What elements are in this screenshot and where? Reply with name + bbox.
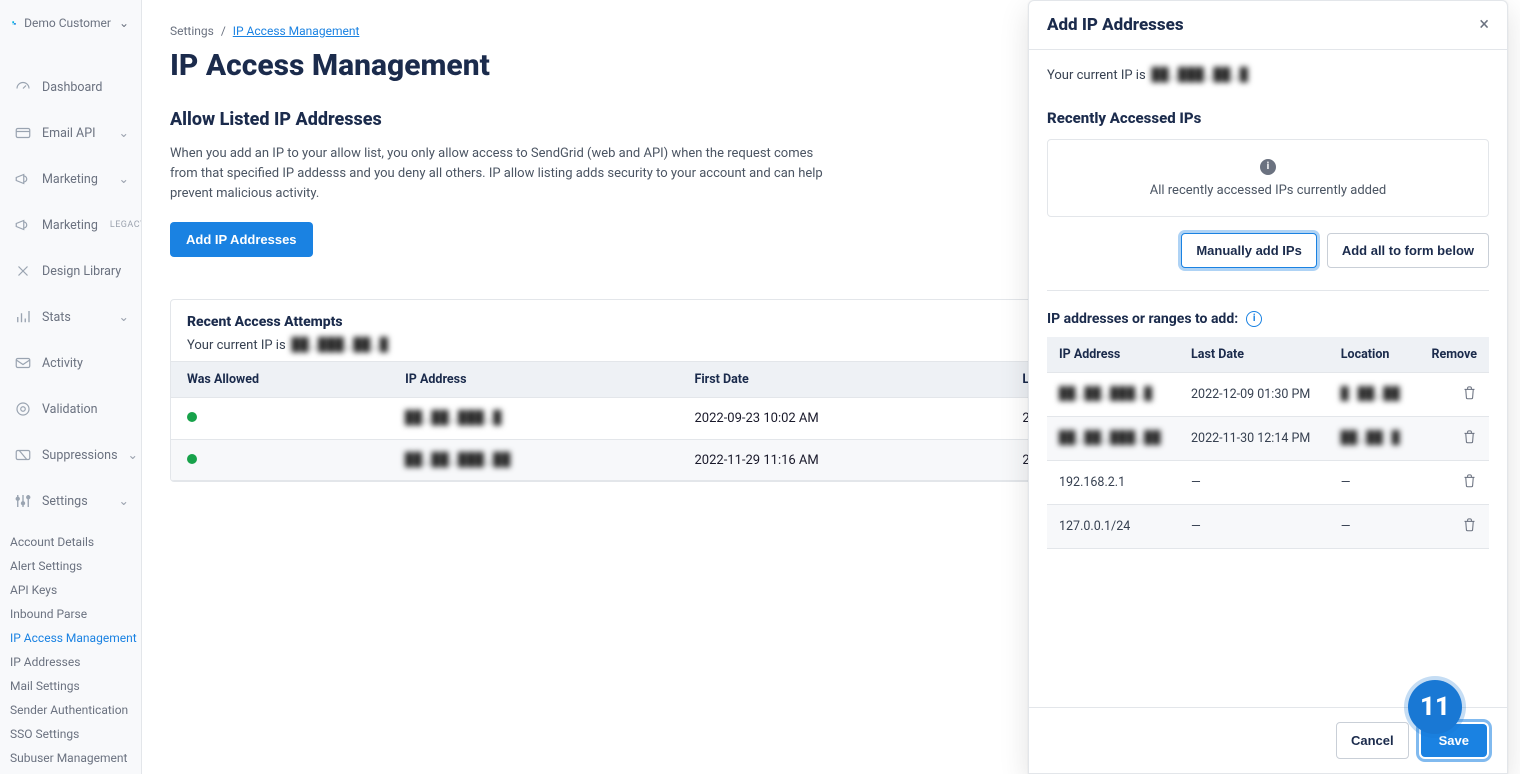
ip-cell: 127.0.0.1/24	[1059, 519, 1130, 534]
trash-icon[interactable]	[1462, 473, 1477, 488]
megaphone-icon	[14, 170, 32, 188]
ip-form-table: IP AddressLast DateLocationRemove ██.██.…	[1047, 337, 1489, 549]
chevron-down-icon: ⌄	[128, 447, 138, 463]
location-cell: —	[1341, 519, 1351, 534]
settings-sub-inbound-parse[interactable]: Inbound Parse	[10, 602, 141, 626]
settings-sub-sso-settings[interactable]: SSO Settings	[10, 722, 141, 746]
manually-add-button[interactable]: Manually add IPs	[1181, 233, 1316, 268]
location-cell: █ ██.██	[1341, 386, 1401, 401]
palette-icon	[14, 262, 32, 280]
first-date: 2022-11-29 11:16 AM	[678, 439, 1006, 481]
card-icon	[14, 124, 32, 142]
org-name: Demo Customer	[24, 16, 111, 30]
cancel-button[interactable]: Cancel	[1336, 722, 1409, 759]
sidebar-item-design-library[interactable]: Design Library	[0, 248, 141, 294]
add-ip-button[interactable]: Add IP Addresses	[170, 222, 313, 257]
sidebar-item-settings[interactable]: Settings ⌄	[0, 478, 141, 524]
ip-cell: ██.██.███.██	[405, 453, 511, 468]
chevron-down-icon: ⌄	[119, 171, 129, 187]
sliders-icon	[14, 492, 32, 510]
table-row: ██.██.███.██ 2022-11-30 12:14 PM ██.██ █	[1047, 416, 1489, 460]
add-ip-drawer: Add IP Addresses × Your current IP is ██…	[1028, 0, 1508, 774]
sidebar-item-marketing[interactable]: Marketing ⌄	[0, 156, 141, 202]
sidebar-item-email-api[interactable]: Email API ⌄	[0, 110, 141, 156]
last-date: —	[1179, 504, 1329, 548]
legacy-badge: LEGACY	[110, 220, 142, 230]
table-row: ██.██.███.█ 2022-12-09 01:30 PM █ ██.██	[1047, 372, 1489, 416]
recent-ips-empty: i All recently accessed IPs currently ad…	[1047, 139, 1489, 217]
location-cell: —	[1341, 475, 1351, 490]
col-first-date: First Date	[678, 362, 1006, 398]
bars-icon	[14, 308, 32, 326]
mail-icon	[14, 354, 32, 372]
settings-sub-mail-settings[interactable]: Mail Settings	[10, 674, 141, 698]
chevron-down-icon: ⌄	[119, 125, 129, 141]
col-ip-address: IP Address	[389, 362, 678, 398]
settings-sub-sender-authentication[interactable]: Sender Authentication	[10, 698, 141, 722]
chevron-down-icon: ⌄	[119, 16, 129, 30]
logo-icon	[12, 14, 16, 32]
settings-sub-ip-addresses[interactable]: IP Addresses	[10, 650, 141, 674]
breadcrumb-parent: Settings	[170, 24, 214, 38]
trash-icon[interactable]	[1462, 517, 1477, 532]
settings-sub-api-keys[interactable]: API Keys	[10, 578, 141, 602]
settings-sub-alert-settings[interactable]: Alert Settings	[10, 554, 141, 578]
annotation-bubble: 11	[1408, 680, 1462, 734]
close-icon[interactable]: ×	[1479, 16, 1489, 34]
sidebar-item-dashboard[interactable]: Dashboard	[0, 64, 141, 110]
recent-ips-title: Recently Accessed IPs	[1047, 109, 1489, 127]
ip-cell: ██.██.███.█	[1059, 386, 1153, 401]
drawer-current-ip: ██.███.██.█	[1152, 68, 1249, 83]
breadcrumb-current[interactable]: IP Access Management	[233, 24, 360, 38]
table-row: 192.168.2.1 — —	[1047, 460, 1489, 504]
col-remove: Remove	[1416, 337, 1489, 373]
table-row: 127.0.0.1/24 — —	[1047, 504, 1489, 548]
chevron-down-icon: ⌄	[119, 493, 129, 509]
add-all-button[interactable]: Add all to form below	[1327, 233, 1489, 268]
sidebar-item-validation[interactable]: Validation	[0, 386, 141, 432]
col-location: Location	[1329, 337, 1416, 373]
ip-cell: ██.██.███.█	[405, 411, 502, 426]
chevron-down-icon: ⌄	[119, 309, 129, 325]
drawer-current-ip-label: Your current IP is	[1047, 68, 1146, 83]
settings-sub-ip-access-management[interactable]: IP Access Management	[10, 626, 141, 650]
trash-icon[interactable]	[1462, 385, 1477, 400]
org-switcher[interactable]: Demo Customer ⌄	[0, 0, 141, 64]
last-date: 2022-11-30 12:14 PM	[1179, 416, 1329, 460]
sidebar-item-suppressions[interactable]: Suppressions ⌄	[0, 432, 141, 478]
trash-icon[interactable]	[1462, 429, 1477, 444]
info-icon: i	[1260, 159, 1276, 175]
sidebar: Demo Customer ⌄ Dashboard Email API ⌄ Ma…	[0, 0, 142, 774]
gauge-icon	[14, 78, 32, 96]
section-desc: When you add an IP to your allow list, y…	[170, 144, 830, 204]
current-ip-value: ██.███.██.█	[292, 338, 389, 353]
info-icon[interactable]: i	[1246, 311, 1262, 327]
megaphone-icon	[14, 216, 32, 234]
location-cell: ██.██ █	[1341, 430, 1401, 445]
last-date: 2022-12-09 01:30 PM	[1179, 372, 1329, 416]
sidebar-item-stats[interactable]: Stats ⌄	[0, 294, 141, 340]
target-icon	[14, 400, 32, 418]
ip-cell: ██.██.███.██	[1059, 430, 1161, 445]
last-date: —	[1179, 460, 1329, 504]
first-date: 2022-09-23 10:02 AM	[678, 398, 1006, 440]
allowed-dot	[187, 454, 197, 464]
settings-sub-account-details[interactable]: Account Details	[10, 530, 141, 554]
block-icon	[14, 446, 32, 464]
col-was-allowed: Was Allowed	[171, 362, 389, 398]
settings-sub-subuser-management[interactable]: Subuser Management	[10, 746, 141, 770]
sidebar-item-marketing-legacy[interactable]: Marketing LEGACY ⌄	[0, 202, 141, 248]
col-ip-address: IP Address	[1047, 337, 1179, 373]
col-last-date: Last Date	[1179, 337, 1329, 373]
drawer-title: Add IP Addresses	[1047, 15, 1184, 35]
ip-cell: 192.168.2.1	[1059, 475, 1125, 490]
form-label: IP addresses or ranges to add:	[1047, 311, 1238, 327]
sidebar-item-activity[interactable]: Activity	[0, 340, 141, 386]
settings-submenu: Account DetailsAlert SettingsAPI KeysInb…	[0, 524, 141, 770]
allowed-dot	[187, 412, 197, 422]
current-ip-label: Your current IP is	[187, 338, 286, 353]
